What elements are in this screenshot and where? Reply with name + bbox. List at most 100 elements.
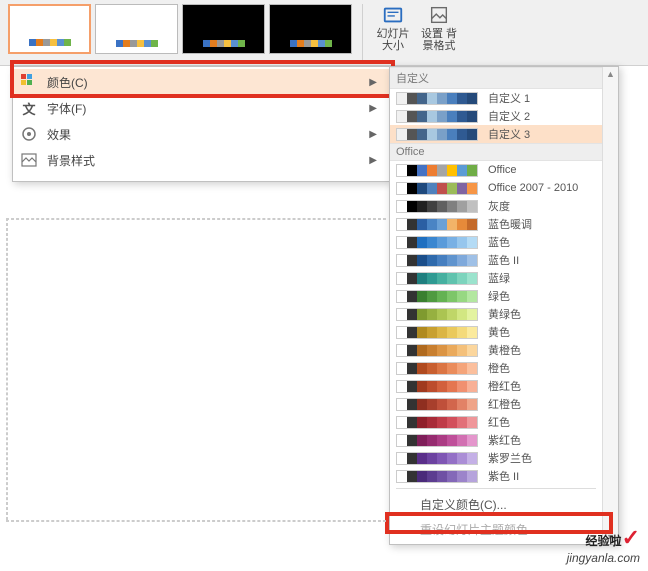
color-theme-row[interactable]: 黄色 [390,323,602,341]
watermark-url: jingyanla.com [567,551,640,565]
theme-name: 绿色 [488,288,510,304]
palette-swatch [396,308,478,321]
palette-swatch [396,128,478,141]
color-theme-row[interactable]: 橙红色 [390,377,602,395]
palette-swatch [396,362,478,375]
theme-name: 紫罗兰色 [488,450,532,466]
theme-name: 红色 [488,414,510,430]
color-theme-row[interactable]: 自定义 3 [390,125,602,143]
palette-swatch [396,398,478,411]
menu-item-bg-style[interactable]: 背景样式 ▶ [13,147,389,173]
theme-name: 自定义 2 [488,108,530,124]
palette-swatch [396,326,478,339]
color-theme-row[interactable]: 红橙色 [390,395,602,413]
theme-name: 橙红色 [488,378,521,394]
color-theme-row[interactable]: 灰度 [390,197,602,215]
theme-name: 黄橙色 [488,342,521,358]
palette-swatch [396,236,478,249]
watermark-text: 经验啦 [586,534,622,548]
palette-swatch [396,254,478,267]
fonts-icon: 文 [21,100,37,116]
guide-line [6,218,386,220]
group-header-office: Office [390,143,602,161]
submenu-arrow-icon: ▶ [369,129,377,140]
theme-thumbnail[interactable] [95,4,178,54]
theme-name: 蓝色暖调 [488,216,532,232]
color-theme-row[interactable]: Office [390,161,602,179]
palette-swatch [396,290,478,303]
color-theme-row[interactable]: 红色 [390,413,602,431]
submenu-arrow-icon: ▶ [369,155,377,166]
theme-thumbnail[interactable] [182,4,265,54]
submenu-arrow-icon: ▶ [369,77,377,88]
color-theme-row[interactable]: 紫色 II [390,467,602,485]
theme-name: Office 2007 - 2010 [488,182,578,194]
submenu-arrow-icon: ▶ [369,103,377,114]
customize-colors-label: 自定义颜色(C)... [420,498,507,512]
theme-name: 黄绿色 [488,306,521,322]
slide-size-icon [382,4,404,26]
color-theme-row[interactable]: 蓝色暖调 [390,215,602,233]
menu-item-label: 效果 [47,126,71,143]
theme-name: 灰度 [488,198,510,214]
color-theme-row[interactable]: 自定义 1 [390,89,602,107]
theme-thumbnail[interactable] [269,4,352,54]
slide-size-button[interactable]: 幻灯片 大小 [373,4,413,52]
menu-item-effects[interactable]: 效果 ▶ [13,121,389,147]
palette-swatch [396,92,478,105]
color-theme-row[interactable]: 橙色 [390,359,602,377]
scrollbar[interactable]: ▲ ▼ [602,67,618,544]
ribbon: 幻灯片 大小 设置 背景格式 [0,0,648,66]
color-theme-row[interactable]: 自定义 2 [390,107,602,125]
guide-line [6,520,386,522]
color-theme-row[interactable]: 紫罗兰色 [390,449,602,467]
variants-menu: 颜色(C) ▶ 文 字体(F) ▶ 效果 ▶ 背景样式 ▶ [12,66,390,182]
theme-name: 自定义 1 [488,90,530,106]
palette-swatch [396,470,478,483]
colors-icon [21,74,37,90]
color-theme-row[interactable]: 黄绿色 [390,305,602,323]
palette-swatch [396,164,478,177]
palette-swatch [396,452,478,465]
menu-item-colors[interactable]: 颜色(C) ▶ [13,69,389,95]
color-theme-row[interactable]: 蓝色 [390,233,602,251]
menu-item-fonts[interactable]: 文 字体(F) ▶ [13,95,389,121]
bg-format-icon [428,4,450,26]
guide-line [6,218,8,520]
menu-item-label: 颜色(C) [47,74,88,91]
theme-name: 黄色 [488,324,510,340]
palette-swatch [396,344,478,357]
watermark: 经验啦✓ jingyanla.com [567,525,640,565]
colors-submenu: 自定义 自定义 1 自定义 2 自定义 3 Office Office Office … [389,66,619,545]
color-theme-row[interactable]: 黄橙色 [390,341,602,359]
theme-name: 紫红色 [488,432,521,448]
palette-swatch [396,182,478,195]
theme-name: 橙色 [488,360,510,376]
palette-swatch [396,200,478,213]
menu-item-label: 字体(F) [47,100,86,117]
theme-name: 蓝绿 [488,270,510,286]
palette-swatch [396,380,478,393]
color-theme-row[interactable]: 绿色 [390,287,602,305]
color-theme-row[interactable]: Office 2007 - 2010 [390,179,602,197]
bg-format-label: 设置 背景格式 [419,28,459,52]
group-header-custom: 自定义 [390,67,602,89]
bg-style-icon [21,152,37,168]
scroll-up-icon[interactable]: ▲ [606,67,615,81]
bg-format-button[interactable]: 设置 背景格式 [419,4,459,52]
theme-thumbnails [8,4,352,54]
color-theme-row[interactable]: 蓝绿 [390,269,602,287]
color-theme-row[interactable]: 紫红色 [390,431,602,449]
palette-swatch [396,434,478,447]
theme-thumbnail[interactable] [8,4,91,54]
check-icon: ✓ [622,525,640,550]
color-theme-row[interactable]: 蓝色 II [390,251,602,269]
reset-theme-label: 重设幻灯片主题颜色 [420,523,528,537]
palette-swatch [396,218,478,231]
theme-name: Office [488,164,517,176]
palette-swatch [396,416,478,429]
separator [362,4,363,60]
customize-colors[interactable]: 自定义颜色(C)... [390,492,602,517]
theme-name: 蓝色 [488,234,510,250]
theme-name: 自定义 3 [488,126,530,142]
